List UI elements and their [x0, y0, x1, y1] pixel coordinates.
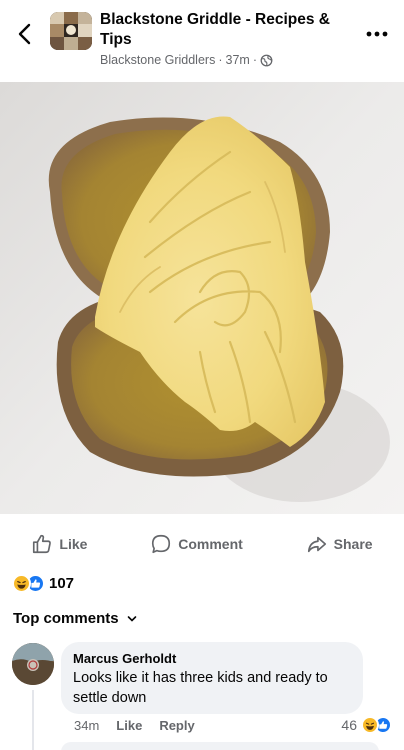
- more-dots-icon: [366, 31, 388, 37]
- thread-line: [32, 690, 34, 750]
- reaction-count: 107: [49, 575, 75, 592]
- group-avatar[interactable]: [50, 12, 92, 50]
- comment-sort-dropdown[interactable]: Top comments: [13, 610, 137, 627]
- meta-separator: ·: [252, 53, 257, 67]
- comment-reaction-count: 46: [341, 717, 357, 733]
- share-arrow-icon: [307, 536, 326, 553]
- post-header: Blackstone Griddle - Recipes & Tips Blac…: [0, 0, 404, 80]
- comment-sort-label: Top comments: [13, 610, 119, 627]
- post-time[interactable]: 37m: [226, 53, 250, 67]
- post-photo[interactable]: [0, 82, 404, 514]
- reaction-summary[interactable]: 107: [12, 574, 74, 593]
- next-comment-bubble[interactable]: [61, 742, 379, 750]
- comment-reactions[interactable]: 46: [341, 716, 392, 734]
- comment-button[interactable]: Comment: [150, 533, 243, 555]
- share-label: Share: [333, 536, 373, 552]
- comment-author[interactable]: Marcus Gerholdt: [73, 650, 351, 667]
- comment-reply-button[interactable]: Reply: [159, 718, 194, 733]
- globe-icon: [260, 54, 273, 66]
- comment-like-button[interactable]: Like: [116, 718, 142, 733]
- comment-bubble[interactable]: Marcus Gerholdt Looks like it has three …: [61, 642, 363, 714]
- more-options-button[interactable]: [364, 22, 390, 42]
- comment-label: Comment: [178, 536, 243, 552]
- chevron-down-icon: [127, 615, 136, 622]
- haha-icon: [12, 574, 31, 593]
- back-button[interactable]: [14, 20, 38, 48]
- meta-separator: ·: [218, 53, 223, 67]
- thumbs-up-icon: [33, 534, 52, 554]
- speech-bubble-icon: [152, 534, 171, 554]
- comment-footer: 34m Like Reply: [74, 718, 195, 733]
- haha-icon: [361, 716, 379, 734]
- share-button[interactable]: Share: [306, 533, 373, 555]
- group-name[interactable]: Blackstone Griddle - Recipes & Tips: [100, 10, 350, 50]
- post-meta: Blackstone Griddlers · 37m ·: [100, 53, 273, 67]
- like-label: Like: [59, 536, 88, 552]
- chevron-left-icon: [18, 23, 31, 45]
- post-author[interactable]: Blackstone Griddlers: [100, 53, 215, 67]
- comment-text: Looks like it has three kids and ready t…: [73, 670, 328, 706]
- avatar[interactable]: [12, 643, 54, 685]
- post-action-bar: Like Comment Share: [0, 526, 404, 562]
- like-button[interactable]: Like: [31, 533, 87, 555]
- comment-time[interactable]: 34m: [74, 718, 99, 733]
